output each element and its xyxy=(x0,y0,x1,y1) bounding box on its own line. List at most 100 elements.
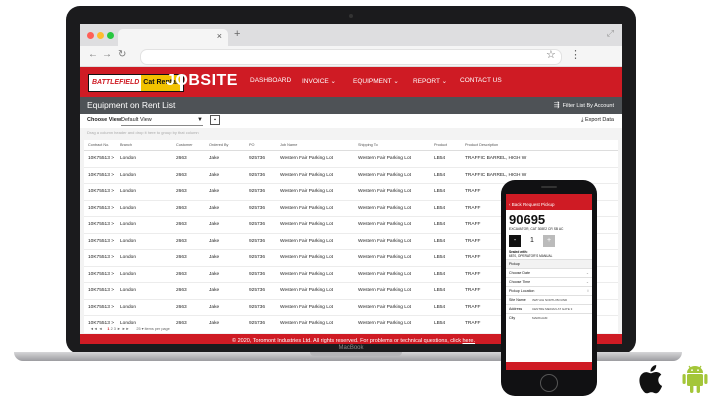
column-header[interactable]: Contract No. xyxy=(88,143,118,147)
column-header[interactable]: Product Description xyxy=(465,143,541,147)
choose-view-label: Choose View: xyxy=(87,117,123,123)
nav-contact-us[interactable]: CONTACT US xyxy=(460,77,502,84)
table-cell: 2663 xyxy=(176,222,187,227)
table-cell[interactable]: 10K75513 > xyxy=(88,300,118,316)
next-page-icon[interactable]: ► xyxy=(117,327,121,331)
table-cell: London xyxy=(120,205,137,211)
nav-equipment[interactable]: EQUIPMENT ⌄ xyxy=(353,77,399,85)
home-button[interactable] xyxy=(540,374,558,392)
page-title: Equipment on Rent List xyxy=(87,100,176,110)
laptop-notch xyxy=(310,352,402,356)
bookmark-star-icon[interactable]: ☆ xyxy=(546,48,556,61)
browser-tab-strip: × + ⤢ xyxy=(80,24,622,46)
table-cell: 2663 xyxy=(176,205,187,211)
increment-button[interactable]: + xyxy=(543,235,555,247)
column-header[interactable]: Branch xyxy=(120,143,174,147)
table-cell[interactable]: 10K75513 > xyxy=(88,201,118,217)
column-header[interactable]: PO xyxy=(249,143,278,147)
table-cell: 925736 xyxy=(249,304,266,310)
column-header[interactable]: Product xyxy=(434,143,463,147)
browser-toolbar: ← → ↻ ☆ ⋮ xyxy=(80,46,622,67)
column-header[interactable]: Shipping To xyxy=(358,143,432,147)
browser-menu-icon[interactable]: ⋮ xyxy=(570,48,581,61)
table-cell: Western Fair Parking Lot xyxy=(280,271,333,277)
forward-icon[interactable]: → xyxy=(102,49,112,60)
table-row[interactable]: 10K75513 > London 2663 Jake 925736 Western Fa… xyxy=(84,151,618,168)
maximize-window-dot[interactable] xyxy=(107,32,114,39)
export-data-button[interactable]: ⤓ Export Data xyxy=(581,117,614,124)
pickup-location-field[interactable]: Pickup Location ⌾ xyxy=(506,286,592,295)
column-header[interactable]: Ordered By xyxy=(209,143,247,147)
jobsite-logo[interactable]: JOBSITE xyxy=(166,72,238,90)
page-number[interactable]: 2 xyxy=(111,327,113,331)
nav-report[interactable]: REPORT ⌄ xyxy=(413,77,447,85)
column-header[interactable]: Job Name xyxy=(280,143,356,147)
support-link[interactable]: here. xyxy=(462,338,475,344)
chevron-down-icon: ⌄ xyxy=(585,280,589,284)
table-cell: Jake xyxy=(209,255,220,260)
export-label: Export Data xyxy=(584,117,614,123)
table-cell: London xyxy=(120,172,137,178)
table-cell: 925736 xyxy=(249,156,266,161)
page-number[interactable]: 3 xyxy=(114,327,116,331)
decrement-button[interactable]: - xyxy=(509,235,521,247)
prev-page-icon[interactable]: ◄ xyxy=(99,327,103,331)
table-cell: Jake xyxy=(209,222,220,227)
table-cell: Western Fair Parking Lot xyxy=(280,172,333,178)
close-tab-icon[interactable]: × xyxy=(217,31,222,41)
table-cell[interactable]: 10K75513 > xyxy=(88,184,118,200)
table-cell[interactable]: 10K75513 > xyxy=(88,250,118,266)
nav-dashboard[interactable]: DASHBOARD xyxy=(250,77,291,84)
city-field[interactable]: City MARKHAM xyxy=(506,313,592,322)
table-cell: 925736 xyxy=(249,172,266,178)
close-window-dot[interactable] xyxy=(87,32,94,39)
browser-tab[interactable]: × xyxy=(118,29,228,46)
view-toolbar: Choose View: Default View ▼ ▪ ⤓ Export D… xyxy=(80,114,622,128)
table-cell: Western Fair Parking Lot xyxy=(280,222,333,227)
table-cell: Jake xyxy=(209,205,220,211)
fullscreen-icon[interactable]: ⤢ xyxy=(607,28,614,39)
table-cell: Jake xyxy=(209,238,220,244)
address-bar[interactable] xyxy=(140,49,562,65)
page-number[interactable]: 1 xyxy=(107,327,109,331)
table-cell[interactable]: 10K75513 > xyxy=(88,168,118,184)
pickup-section-header: Pickup xyxy=(506,259,592,268)
table-cell[interactable]: 10K75513 > xyxy=(88,234,118,250)
site-name-field[interactable]: Site Name 3WP AIH NORTH BOUND xyxy=(506,295,592,304)
table-cell: Western Fair Parking Lot xyxy=(280,238,333,244)
filter-by-account-link[interactable]: ⇶ Filter List By Account xyxy=(554,101,614,109)
table-cell[interactable]: 10K75513 > xyxy=(88,283,118,299)
reload-icon[interactable]: ↻ xyxy=(118,49,126,60)
table-cell[interactable]: 10K75513 > xyxy=(88,217,118,233)
nav-invoice[interactable]: INVOICE ⌄ xyxy=(302,77,336,85)
new-tab-icon[interactable]: + xyxy=(234,28,240,40)
phone-speaker xyxy=(541,186,557,188)
minimize-window-dot[interactable] xyxy=(97,32,104,39)
table-cell: Western Fair Parking Lot xyxy=(358,205,411,211)
back-icon[interactable]: ← xyxy=(88,49,98,60)
column-header[interactable]: Customer xyxy=(176,143,206,147)
table-cell: 2663 xyxy=(176,156,187,161)
choose-time-field[interactable]: Choose Time ⌄ xyxy=(506,277,592,286)
group-by-hint[interactable]: Drag a column header and drop it here to… xyxy=(87,130,199,135)
table-cell: Jake xyxy=(209,304,220,310)
table-cell: 925736 xyxy=(249,189,266,194)
last-page-icon[interactable]: ►► xyxy=(122,327,130,331)
table-cell: 2663 xyxy=(176,288,187,293)
table-cell: Western Fair Parking Lot xyxy=(358,156,411,161)
site-name-value: 3WP AIH NORTH BOUND xyxy=(532,298,568,302)
view-select[interactable]: Default View ▼ xyxy=(121,115,203,126)
choose-date-field[interactable]: Choose Date ⌄ xyxy=(506,268,592,277)
table-cell: 2663 xyxy=(176,189,187,194)
address-field[interactable]: Address CENTRE MEDIAN AT GATE 3 xyxy=(506,304,592,313)
first-page-icon[interactable]: ◄◄ xyxy=(90,327,98,331)
table-cell: LB54 xyxy=(434,238,446,244)
table-cell[interactable]: 10K75513 > xyxy=(88,267,118,283)
table-cell: Western Fair Parking Lot xyxy=(280,304,333,310)
table-cell: 2663 xyxy=(176,304,187,310)
table-cell: Western Fair Parking Lot xyxy=(280,255,333,260)
save-view-icon[interactable]: ▪ xyxy=(210,115,220,125)
phone-header-title[interactable]: Back Request Pickup xyxy=(512,202,555,207)
page-size-select[interactable]: 25 ▾ xyxy=(136,327,143,331)
table-cell[interactable]: 10K75513 > xyxy=(88,151,118,167)
